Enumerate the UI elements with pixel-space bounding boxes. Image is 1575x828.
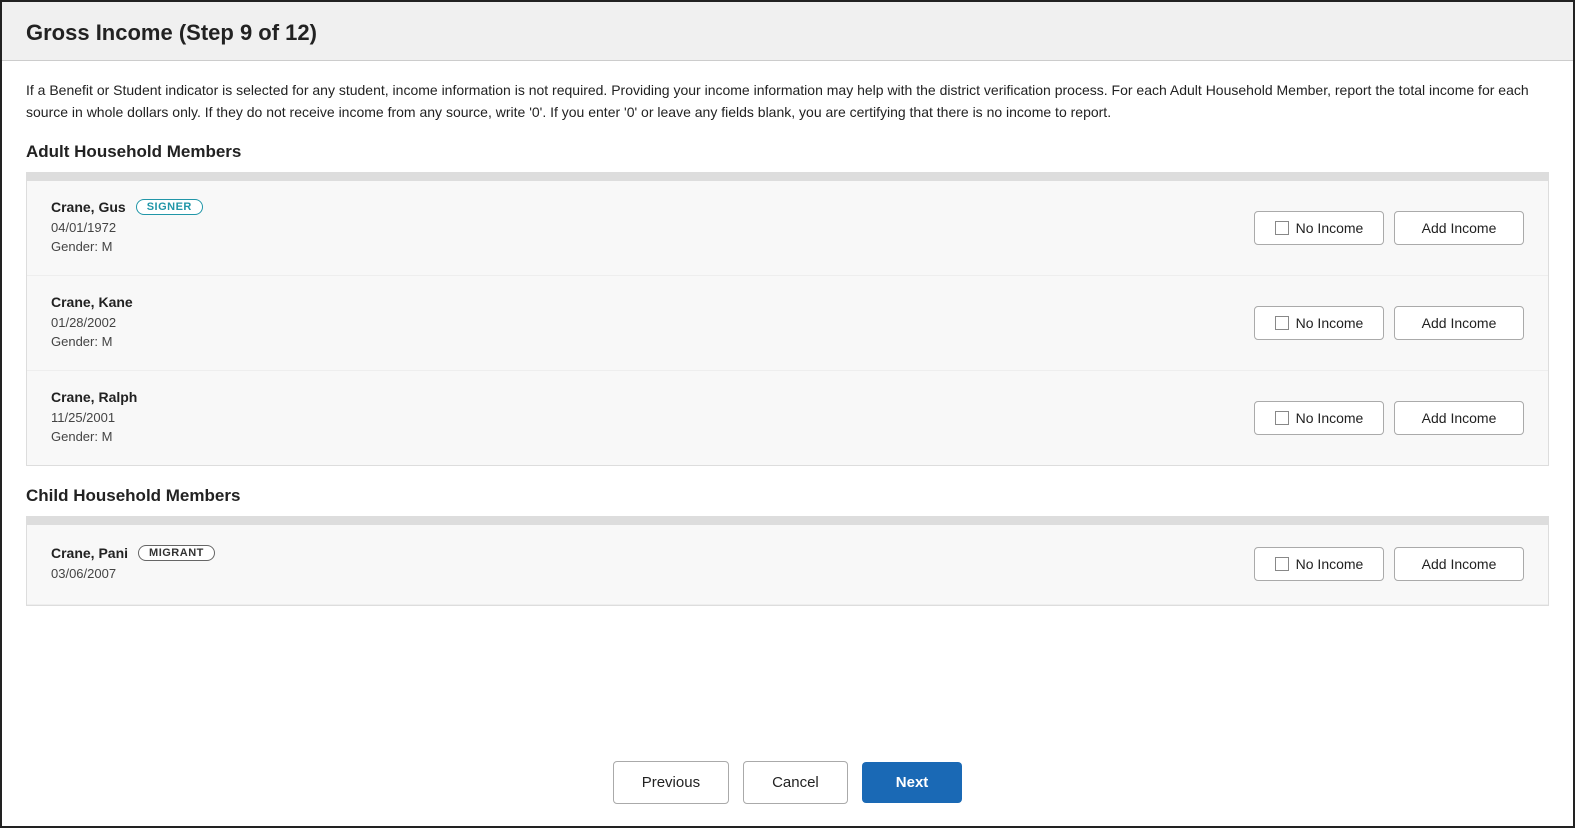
child-members-scroll-area: Crane, Pani MIGRANT 03/06/2007 No Income… <box>26 516 1549 606</box>
adult-members-scroll-area: Crane, Gus SIGNER 04/01/1972 Gender: M N… <box>26 172 1549 466</box>
no-income-checkbox-kane <box>1275 316 1289 330</box>
migrant-badge: MIGRANT <box>138 545 215 561</box>
no-income-checkbox-ralph <box>1275 411 1289 425</box>
no-income-label-gus: No Income <box>1296 220 1364 236</box>
page-header: Gross Income (Step 9 of 12) <box>2 2 1573 61</box>
member-info-crane-gus: Crane, Gus SIGNER 04/01/1972 Gender: M <box>51 199 203 257</box>
footer-nav: Previous Cancel Next <box>2 743 1573 826</box>
no-income-label-pani: No Income <box>1296 556 1364 572</box>
member-name: Crane, Gus <box>51 199 126 215</box>
member-actions: No Income Add Income <box>1254 547 1524 581</box>
next-button[interactable]: Next <box>862 762 963 803</box>
add-income-button-pani[interactable]: Add Income <box>1394 547 1524 581</box>
member-name: Crane, Ralph <box>51 389 137 405</box>
member-info-crane-pani: Crane, Pani MIGRANT 03/06/2007 <box>51 545 215 584</box>
page-body: If a Benefit or Student indicator is sel… <box>2 61 1573 743</box>
table-row: Crane, Gus SIGNER 04/01/1972 Gender: M N… <box>27 181 1548 276</box>
page-wrapper: Gross Income (Step 9 of 12) If a Benefit… <box>0 0 1575 828</box>
cancel-button[interactable]: Cancel <box>743 761 848 804</box>
adult-section-title: Adult Household Members <box>26 142 1549 162</box>
no-income-checkbox-gus <box>1275 221 1289 235</box>
intro-text: If a Benefit or Student indicator is sel… <box>26 79 1549 124</box>
member-dob: 01/28/2002 <box>51 313 133 333</box>
no-income-label-ralph: No Income <box>1296 410 1364 426</box>
no-income-button-kane[interactable]: No Income <box>1254 306 1384 340</box>
member-actions: No Income Add Income <box>1254 211 1524 245</box>
no-income-checkbox-pani <box>1275 557 1289 571</box>
member-gender: Gender: M <box>51 237 203 257</box>
member-dob: 04/01/1972 <box>51 218 203 238</box>
member-gender: Gender: M <box>51 332 133 352</box>
member-dob: 03/06/2007 <box>51 564 215 584</box>
member-name-row: Crane, Ralph <box>51 389 137 405</box>
member-actions: No Income Add Income <box>1254 306 1524 340</box>
signer-badge: SIGNER <box>136 199 203 215</box>
member-info-crane-kane: Crane, Kane 01/28/2002 Gender: M <box>51 294 133 352</box>
member-gender: Gender: M <box>51 427 137 447</box>
child-section: Child Household Members Crane, Pani MIGR… <box>26 486 1549 606</box>
page-title: Gross Income (Step 9 of 12) <box>26 20 1549 46</box>
member-info-crane-ralph: Crane, Ralph 11/25/2001 Gender: M <box>51 389 137 447</box>
add-income-button-gus[interactable]: Add Income <box>1394 211 1524 245</box>
member-actions: No Income Add Income <box>1254 401 1524 435</box>
previous-button[interactable]: Previous <box>613 761 729 804</box>
no-income-button-pani[interactable]: No Income <box>1254 547 1384 581</box>
member-name-row: Crane, Gus SIGNER <box>51 199 203 215</box>
adult-scroll-top-bar <box>27 173 1548 181</box>
add-income-button-ralph[interactable]: Add Income <box>1394 401 1524 435</box>
no-income-button-gus[interactable]: No Income <box>1254 211 1384 245</box>
member-dob: 11/25/2001 <box>51 408 137 428</box>
no-income-button-ralph[interactable]: No Income <box>1254 401 1384 435</box>
table-row: Crane, Ralph 11/25/2001 Gender: M No Inc… <box>27 371 1548 465</box>
child-scroll-top-bar <box>27 517 1548 525</box>
table-row: Crane, Pani MIGRANT 03/06/2007 No Income… <box>27 525 1548 605</box>
add-income-button-kane[interactable]: Add Income <box>1394 306 1524 340</box>
member-name-row: Crane, Pani MIGRANT <box>51 545 215 561</box>
no-income-label-kane: No Income <box>1296 315 1364 331</box>
table-row: Crane, Kane 01/28/2002 Gender: M No Inco… <box>27 276 1548 371</box>
member-name: Crane, Pani <box>51 545 128 561</box>
child-section-title: Child Household Members <box>26 486 1549 506</box>
member-name: Crane, Kane <box>51 294 133 310</box>
member-name-row: Crane, Kane <box>51 294 133 310</box>
